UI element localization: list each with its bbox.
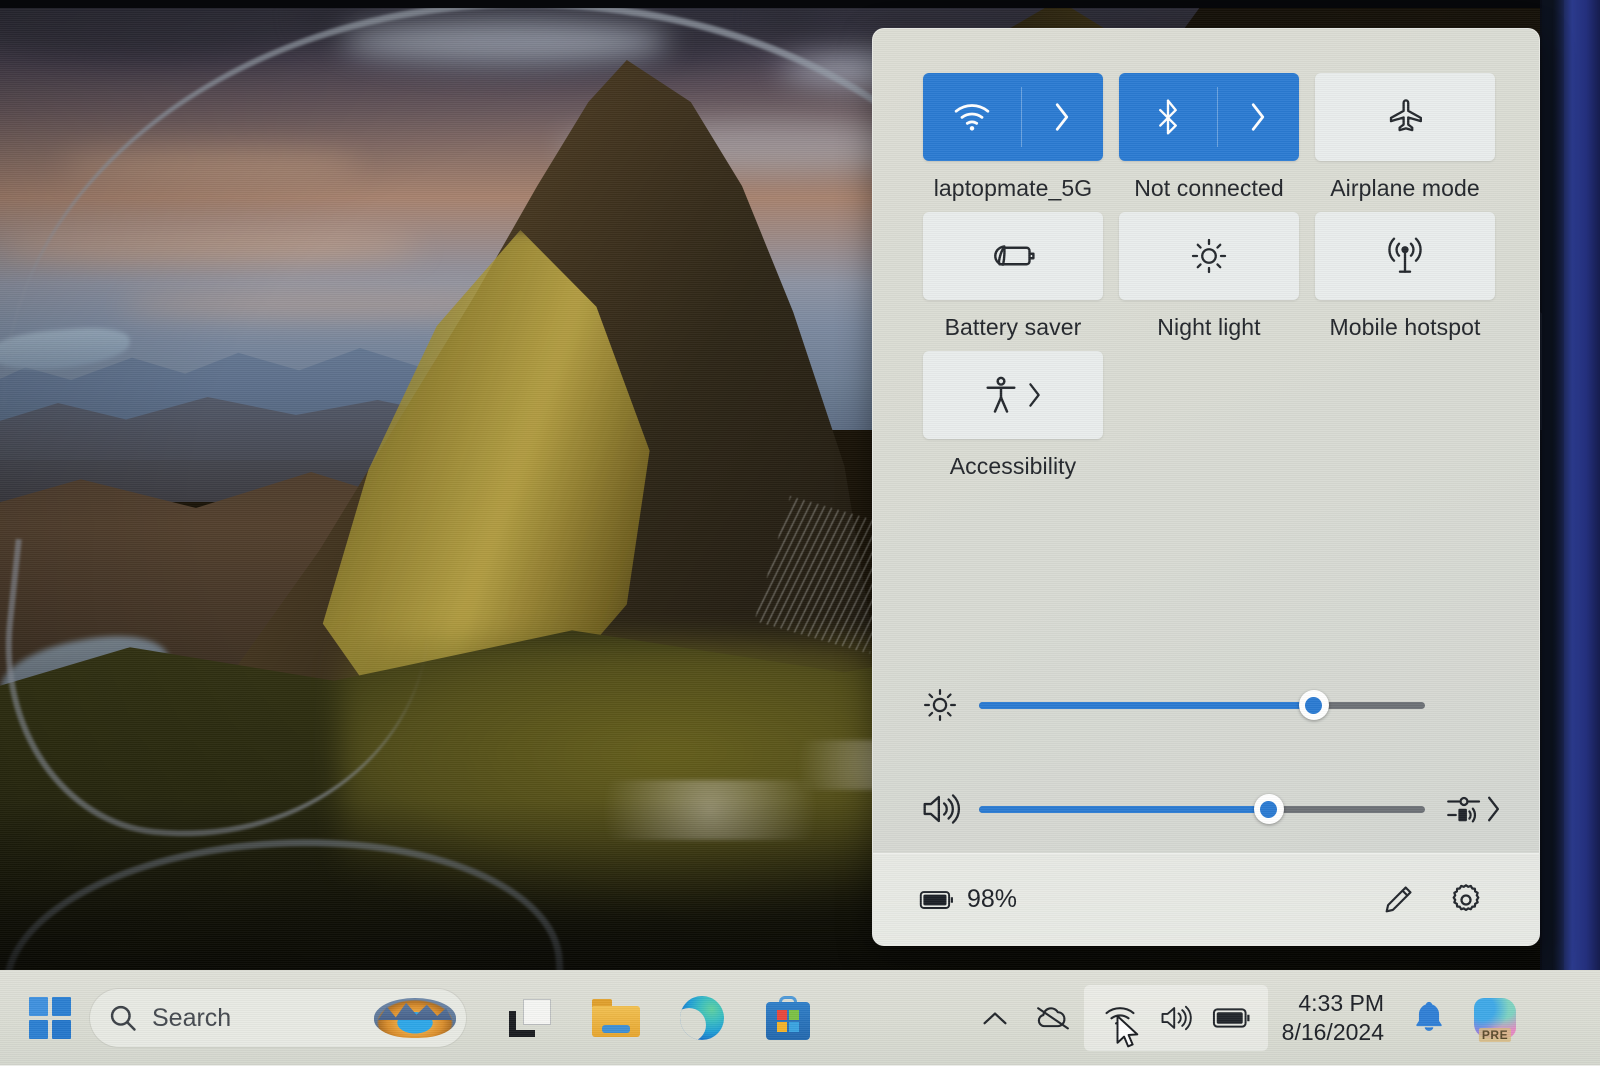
system-tray: 4:33 PM 8/16/2024 PRE bbox=[968, 970, 1600, 1066]
volume-slider[interactable] bbox=[979, 792, 1425, 826]
tray-item-onedrive[interactable] bbox=[1022, 988, 1084, 1048]
start-button[interactable] bbox=[22, 990, 78, 1046]
bluetooth-toggle-tile[interactable] bbox=[1119, 73, 1299, 161]
tray-overflow-button[interactable] bbox=[968, 988, 1022, 1048]
audio-output-chevron[interactable] bbox=[1486, 794, 1501, 824]
volume-icon bbox=[921, 792, 979, 826]
brightness-icon bbox=[921, 686, 979, 724]
clock-time: 4:33 PM bbox=[1298, 990, 1384, 1017]
battery-icon bbox=[1212, 1006, 1252, 1030]
quick-setting-accessibility[interactable]: Accessibility bbox=[915, 351, 1111, 480]
brightness-slider-fill bbox=[979, 701, 1314, 709]
store-icon bbox=[766, 996, 810, 1040]
quick-setting-bluetooth[interactable]: Not connected bbox=[1111, 73, 1307, 202]
search-icon bbox=[108, 1003, 138, 1033]
taskbar-item-file-explorer[interactable] bbox=[590, 992, 642, 1044]
night-light-label: Night light bbox=[1157, 314, 1261, 340]
audio-output-icon[interactable] bbox=[1446, 792, 1482, 826]
taskbar-item-edge[interactable] bbox=[676, 992, 728, 1044]
accessibility-icon bbox=[985, 376, 1017, 414]
wifi-expand-chevron[interactable] bbox=[1021, 73, 1103, 161]
screen: laptopmate_5G Not connected Airplane mod… bbox=[0, 0, 1600, 1066]
quick-setting-mobile-hotspot[interactable]: Mobile hotspot bbox=[1307, 212, 1503, 341]
battery-saver-toggle-tile[interactable] bbox=[923, 212, 1103, 300]
gear-icon bbox=[1448, 882, 1484, 918]
taskbar-apps bbox=[504, 992, 814, 1044]
copilot-preview-badge: PRE bbox=[1478, 1028, 1512, 1042]
edge-icon bbox=[680, 996, 724, 1040]
night-light-icon bbox=[1154, 212, 1264, 300]
notifications-button[interactable] bbox=[1402, 988, 1456, 1048]
mouse-cursor-icon bbox=[1114, 1014, 1142, 1050]
battery-icon bbox=[919, 889, 955, 911]
monitor-bezel-right-inner bbox=[1540, 0, 1564, 1066]
volume-slider-row[interactable] bbox=[921, 781, 1501, 837]
battery-saver-icon bbox=[958, 212, 1068, 300]
monitor-bezel-top bbox=[0, 0, 1600, 8]
brightness-slider-row[interactable] bbox=[921, 677, 1501, 733]
battery-status[interactable]: 98% bbox=[919, 885, 1017, 914]
bluetooth-label: Not connected bbox=[1134, 175, 1284, 201]
accessibility-expand-chevron[interactable] bbox=[1027, 382, 1042, 408]
bluetooth-expand-chevron[interactable] bbox=[1217, 73, 1299, 161]
tray-item-volume[interactable] bbox=[1150, 992, 1202, 1044]
taskbar: Search 4:33 PM 8/16/2024 PRE bbox=[0, 970, 1600, 1066]
accessibility-tile[interactable] bbox=[923, 351, 1103, 439]
windows-logo-icon bbox=[29, 997, 71, 1039]
airplane-icon bbox=[1350, 73, 1460, 161]
mobile-hotspot-icon bbox=[1350, 212, 1460, 300]
pencil-icon bbox=[1381, 883, 1415, 917]
battery-percent: 98% bbox=[967, 885, 1018, 913]
clock[interactable]: 4:33 PM 8/16/2024 bbox=[1282, 989, 1384, 1046]
volume-slider-fill bbox=[979, 805, 1269, 813]
tray-item-battery[interactable] bbox=[1206, 992, 1258, 1044]
folder-icon bbox=[592, 999, 640, 1037]
wifi-label: laptopmate_5G bbox=[933, 175, 1093, 201]
task-view-icon bbox=[509, 999, 551, 1037]
brightness-slider-thumb[interactable] bbox=[1298, 690, 1329, 720]
chevron-up-icon bbox=[982, 1009, 1008, 1027]
taskbar-item-task-view[interactable] bbox=[504, 992, 556, 1044]
wifi-toggle-tile[interactable] bbox=[923, 73, 1103, 161]
quick-settings-grid: laptopmate_5G Not connected Airplane mod… bbox=[915, 73, 1505, 490]
volume-slider-thumb[interactable] bbox=[1253, 794, 1284, 824]
wallpaper-thumbnail-icon[interactable] bbox=[374, 998, 456, 1038]
quick-settings-footer: 98% bbox=[873, 853, 1539, 945]
audio-output-selector[interactable] bbox=[1425, 792, 1501, 826]
tray-item-network[interactable] bbox=[1094, 992, 1146, 1048]
wifi-icon[interactable] bbox=[923, 73, 1021, 161]
bell-icon bbox=[1414, 1001, 1444, 1035]
mobile-hotspot-label: Mobile hotspot bbox=[1329, 314, 1481, 340]
quick-setting-wifi[interactable]: laptopmate_5G bbox=[915, 73, 1111, 202]
bluetooth-icon[interactable] bbox=[1119, 73, 1217, 161]
quick-setting-battery-saver[interactable]: Battery saver bbox=[915, 212, 1111, 341]
tray-status-cluster[interactable] bbox=[1083, 985, 1268, 1051]
clock-date: 8/16/2024 bbox=[1281, 1019, 1384, 1045]
airplane-mode-label: Airplane mode bbox=[1330, 175, 1480, 201]
airplane-mode-toggle-tile[interactable] bbox=[1315, 73, 1495, 161]
brightness-slider[interactable] bbox=[979, 688, 1425, 722]
copilot-button[interactable]: PRE bbox=[1464, 988, 1526, 1048]
quick-setting-night-light[interactable]: Night light bbox=[1111, 212, 1307, 341]
quick-setting-airplane-mode[interactable]: Airplane mode bbox=[1307, 73, 1503, 202]
taskbar-item-microsoft-store[interactable] bbox=[762, 992, 814, 1044]
night-light-toggle-tile[interactable] bbox=[1119, 212, 1299, 300]
quick-settings-panel[interactable]: laptopmate_5G Not connected Airplane mod… bbox=[872, 28, 1540, 946]
mobile-hotspot-toggle-tile[interactable] bbox=[1315, 212, 1495, 300]
accessibility-label: Accessibility bbox=[949, 453, 1077, 479]
battery-saver-label: Battery saver bbox=[944, 314, 1082, 340]
onedrive-offline-icon bbox=[1033, 1004, 1073, 1032]
volume-icon bbox=[1158, 1004, 1194, 1032]
search-placeholder: Search bbox=[152, 1003, 232, 1032]
settings-button[interactable] bbox=[1439, 873, 1493, 927]
search-input[interactable]: Search bbox=[90, 989, 466, 1047]
edit-quick-settings-button[interactable] bbox=[1371, 873, 1425, 927]
